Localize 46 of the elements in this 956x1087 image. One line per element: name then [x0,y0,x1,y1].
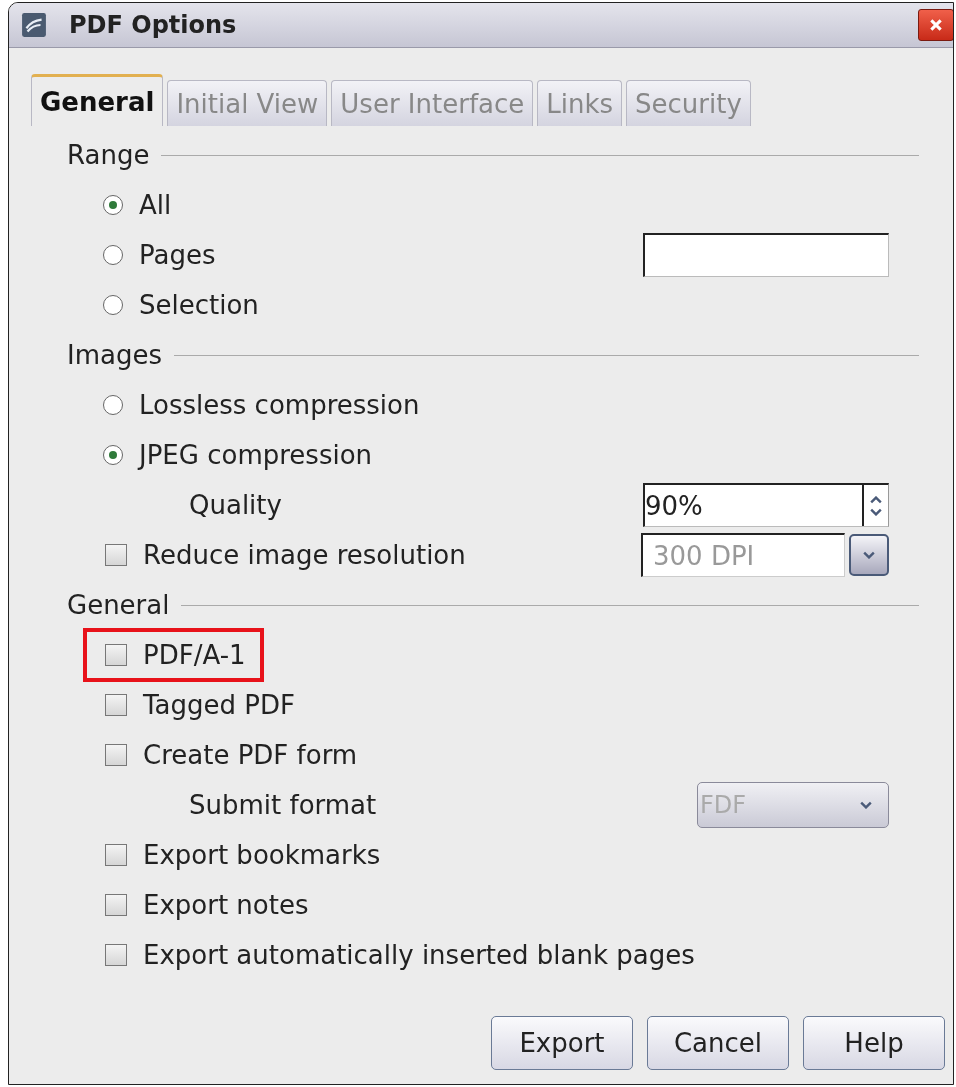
spin-field[interactable]: 90% [643,483,889,527]
option-label: Export notes [143,890,309,920]
section-title: Images [67,340,162,370]
window-title: PDF Options [69,11,238,39]
option-label: Tagged PDF [143,690,295,720]
close-button[interactable] [918,9,953,41]
checkbox[interactable] [105,894,127,916]
option-label: PDF/A-1 [143,640,246,670]
section-title: General [67,590,170,620]
radio-button[interactable] [103,295,123,315]
close-icon [929,18,943,32]
option-label: Lossless compression [139,390,420,420]
radio-button[interactable] [103,445,123,465]
option-label: Pages [139,240,216,270]
tab[interactable]: User Interface [331,80,534,126]
app-icon [21,12,47,38]
option-label: Export bookmarks [143,840,381,870]
checkbox[interactable] [105,844,127,866]
option-label: Selection [139,290,259,320]
dialog-button[interactable]: Help [803,1016,945,1070]
option-label: All [139,190,172,220]
input-field[interactable] [643,233,889,277]
option-label: JPEG compression [139,440,373,470]
field-label: Quality [189,490,282,520]
checkbox[interactable] [105,694,127,716]
section-title: Range [67,140,150,170]
checkbox[interactable] [105,544,127,566]
checkbox[interactable] [105,744,127,766]
option-label: Export automatically inserted blank pages [143,940,695,970]
tab[interactable]: Security [626,80,751,126]
radio-button[interactable] [103,245,123,265]
dropdown-button[interactable] [849,534,889,576]
dialog-button[interactable]: Export [491,1016,633,1070]
radio-button[interactable] [103,395,123,415]
checkbox[interactable] [105,944,127,966]
chevron-down-icon [860,801,872,809]
chevron-down-icon [863,551,875,559]
field-label: Submit format [189,790,377,820]
dialog-button[interactable]: Cancel [647,1016,789,1070]
option-label: Reduce image resolution [143,540,466,570]
option-label: Create PDF form [143,740,358,770]
checkbox[interactable] [105,644,127,666]
tab[interactable]: Links [537,80,623,126]
tab[interactable]: General [31,74,164,126]
tab[interactable]: Initial View [167,80,328,126]
radio-button[interactable] [103,195,123,215]
